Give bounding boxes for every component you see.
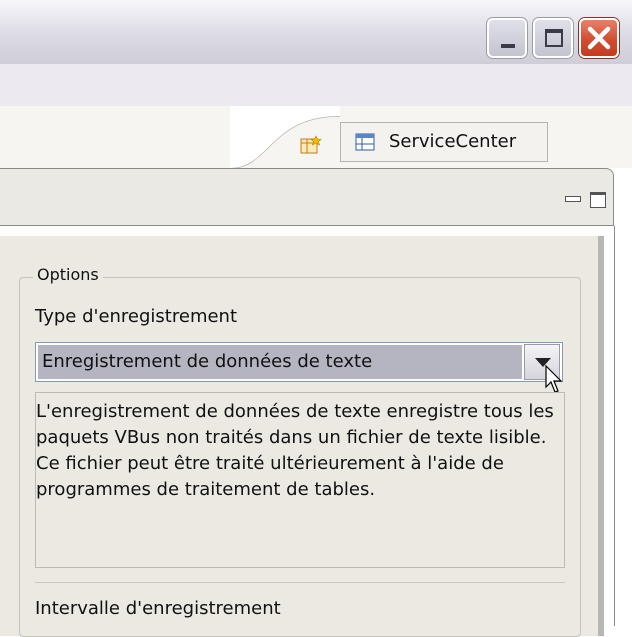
menu-bar bbox=[0, 64, 632, 107]
type-dropdown-value[interactable]: Enregistrement de données de texte bbox=[38, 345, 522, 379]
type-dropdown-text: Enregistrement de données de texte bbox=[42, 351, 373, 372]
options-group-title: Options bbox=[33, 265, 103, 284]
view-minimize-icon[interactable] bbox=[565, 196, 581, 202]
mouse-cursor-icon bbox=[545, 365, 563, 393]
perspective-tab-label: ServiceCenter bbox=[389, 131, 517, 152]
panel-edge bbox=[598, 236, 604, 636]
minimize-icon bbox=[501, 44, 515, 48]
type-description-text: L'enregistrement de données de texte enr… bbox=[36, 401, 554, 500]
type-label: Type d'enregistrement bbox=[35, 306, 238, 327]
perspective-bar-curve bbox=[230, 106, 340, 168]
minimize-button[interactable] bbox=[487, 18, 527, 58]
maximize-button[interactable] bbox=[533, 18, 573, 58]
close-icon bbox=[587, 26, 611, 50]
perspective-tab-servicecenter[interactable]: ServiceCenter bbox=[340, 122, 548, 162]
table-icon bbox=[355, 133, 375, 151]
interval-label: Intervalle d'enregistrement bbox=[35, 598, 281, 619]
view-maximize-icon[interactable] bbox=[590, 192, 606, 208]
type-description: L'enregistrement de données de texte enr… bbox=[35, 392, 565, 568]
separator bbox=[35, 582, 565, 583]
open-perspective-icon[interactable] bbox=[300, 135, 322, 155]
view-header bbox=[0, 168, 614, 226]
maximize-icon bbox=[545, 29, 563, 47]
type-dropdown[interactable]: Enregistrement de données de texte bbox=[35, 342, 563, 382]
close-button[interactable] bbox=[579, 18, 619, 58]
